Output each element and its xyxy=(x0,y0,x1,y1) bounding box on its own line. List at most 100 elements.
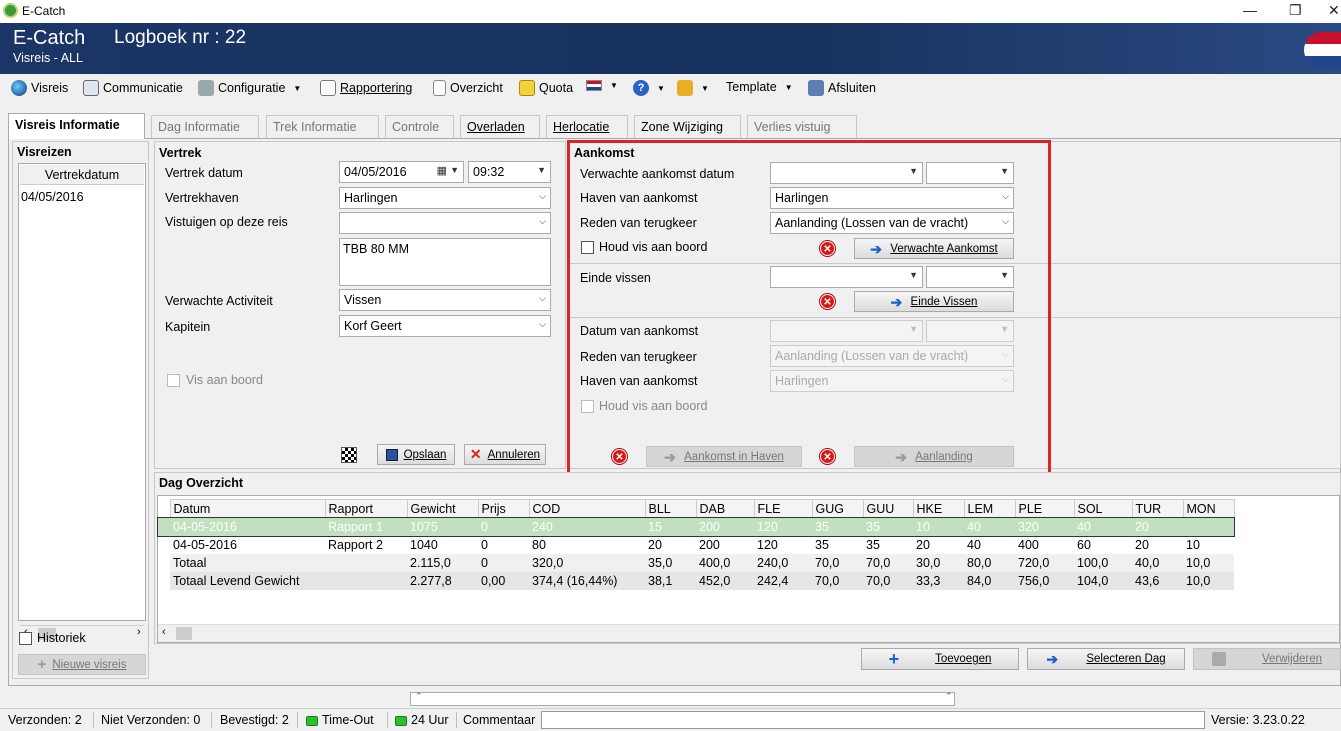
kapitein-select[interactable]: Korf Geert ⌵ xyxy=(339,315,551,337)
table-row[interactable]: 04-05-2016 Rapport 2 1040 0 80 20 200 12… xyxy=(158,536,1234,554)
aanlanding-button[interactable]: ➔ Aanlanding xyxy=(854,446,1014,467)
column-header[interactable]: LEM xyxy=(963,499,1016,518)
haven2-select[interactable]: Harlingen ⌵ xyxy=(770,370,1014,392)
chevron-down-icon[interactable]: ⌵ xyxy=(539,216,546,227)
dropdown-arrow-icon[interactable]: ▼ xyxy=(1000,166,1009,176)
select-day-button[interactable]: ➔ Selecteren Dag xyxy=(1027,648,1185,670)
verwacht-datum-input[interactable]: ▼ xyxy=(770,162,923,184)
tab-visreis-informatie[interactable]: Visreis Informatie xyxy=(8,113,145,139)
tab-verlies-vistuig[interactable]: Verlies vistuig xyxy=(747,115,857,138)
minimize-button[interactable]: — xyxy=(1243,2,1257,18)
chevron-down-icon[interactable]: ⌵ xyxy=(1002,374,1009,385)
dropdown-arrow-icon[interactable]: ▼ xyxy=(1000,270,1009,280)
menu-help[interactable]: ? ▼ xyxy=(633,80,665,96)
close-button[interactable]: ✕ xyxy=(1328,2,1340,19)
restore-button[interactable]: ❐ xyxy=(1289,2,1302,19)
tab-dag-informatie[interactable]: Dag Informatie xyxy=(151,115,259,138)
tab-zone-wijziging[interactable]: Zone Wijziging xyxy=(634,115,741,138)
table-row-total[interactable]: Totaal 2.115,0 0 320,0 35,0 400,0 240,0 … xyxy=(158,553,1234,572)
menu-rapportering[interactable]: Rapportering xyxy=(320,80,412,96)
vis-aan-boord-checkbox[interactable]: Vis aan boord xyxy=(167,373,263,387)
cancel-button[interactable]: ✕ Annuleren xyxy=(464,444,546,465)
reden-select[interactable]: Aanlanding (Lossen van de vracht) ⌵ xyxy=(770,212,1014,234)
save-button[interactable]: Opslaan xyxy=(377,444,455,465)
column-header[interactable]: SOL xyxy=(1073,499,1133,518)
menu-configuratie[interactable]: Configuratie ▼ xyxy=(198,80,301,96)
menu-visreis[interactable]: Visreis xyxy=(11,80,68,96)
menu-keys[interactable]: ▼ xyxy=(677,80,709,96)
menu-language[interactable]: ▼ xyxy=(586,80,618,91)
panel-splitter[interactable]: ⌃ ⌃ xyxy=(410,691,955,706)
einde-datum-input[interactable]: ▼ xyxy=(770,266,923,288)
calendar-icon[interactable]: ▦ xyxy=(437,164,447,177)
column-header[interactable]: Datum xyxy=(169,499,326,518)
table-row-selected[interactable]: 04-05-2016 Rapport 1 1075 0 240 15 200 1… xyxy=(157,516,1235,537)
chevron-down-icon[interactable]: ⌵ xyxy=(539,191,546,202)
vertrek-tijd-input[interactable]: 09:32 ▼ xyxy=(468,161,551,183)
column-header[interactable]: GUU xyxy=(862,499,914,518)
new-trip-button[interactable]: + Nieuwe visreis xyxy=(18,654,146,675)
vertrekhaven-select[interactable]: Harlingen ⌵ xyxy=(339,187,551,209)
verwachte-aankomst-button[interactable]: ➔ Verwachte Aankomst xyxy=(854,238,1014,259)
scroll-left-icon[interactable]: ‹ xyxy=(162,626,166,638)
dropdown-arrow-icon[interactable]: ▼ xyxy=(450,165,459,175)
column-header[interactable]: Rapport xyxy=(324,499,408,518)
tijd-aankomst-input[interactable]: ▼ xyxy=(926,320,1014,342)
column-header[interactable]: FLE xyxy=(753,499,813,518)
verwacht-tijd-input[interactable]: ▼ xyxy=(926,162,1014,184)
menu-quota[interactable]: Quota xyxy=(519,80,573,96)
tab-herlocatie[interactable]: Herlocatie xyxy=(546,115,628,138)
menu-afsluiten[interactable]: Afsluiten xyxy=(808,80,876,96)
table-scrollbar[interactable]: ‹ xyxy=(158,624,1339,642)
vistuigen-list[interactable]: TBB 80 MM xyxy=(339,238,551,286)
column-header[interactable]: Prijs xyxy=(477,499,530,518)
haven-aankomst-select[interactable]: Harlingen ⌵ xyxy=(770,187,1014,209)
dropdown-arrow-icon[interactable]: ▼ xyxy=(909,324,918,334)
checkbox-box[interactable] xyxy=(581,240,594,254)
add-button[interactable]: + Toevoegen xyxy=(861,648,1019,670)
tab-controle[interactable]: Controle xyxy=(385,115,454,138)
historiek-checkbox[interactable]: Historiek xyxy=(19,631,86,645)
column-header[interactable]: PLE xyxy=(1014,499,1075,518)
column-header[interactable]: BLL xyxy=(644,499,697,518)
dropdown-arrow-icon[interactable]: ▼ xyxy=(909,270,918,280)
tab-trek-informatie[interactable]: Trek Informatie xyxy=(266,115,379,138)
column-header[interactable]: HKE xyxy=(912,499,965,518)
column-header[interactable]: COD xyxy=(528,499,646,518)
aankomst-in-haven-button[interactable]: ➔ Aankomst in Haven xyxy=(646,446,802,467)
dropdown-arrow-icon[interactable]: ▼ xyxy=(537,165,546,175)
houd-vis-checkbox[interactable]: Houd vis aan boord xyxy=(581,240,707,254)
column-header[interactable]: MON xyxy=(1182,499,1235,518)
chevron-down-icon[interactable]: ⌵ xyxy=(1002,216,1009,227)
tab-overladen[interactable]: Overladen xyxy=(460,115,540,138)
expand-left-icon[interactable]: ⌃ xyxy=(415,691,423,702)
table-row-total-live[interactable]: Totaal Levend Gewicht 2.277,8 0,00 374,4… xyxy=(158,571,1234,590)
activiteit-select[interactable]: Vissen ⌵ xyxy=(339,289,551,311)
scroll-thumb[interactable] xyxy=(176,627,192,640)
list-item[interactable]: TBB 80 MM xyxy=(343,242,409,256)
vistuigen-select[interactable]: ⌵ xyxy=(339,212,551,234)
scroll-right-icon[interactable]: › xyxy=(137,626,141,638)
chevron-down-icon[interactable]: ⌵ xyxy=(539,319,546,330)
menu-overzicht[interactable]: Overzicht xyxy=(433,80,503,96)
column-header[interactable]: TUR xyxy=(1131,499,1184,518)
delete-button[interactable]: Verwijderen xyxy=(1193,648,1341,670)
vertrek-datum-input[interactable]: 04/05/2016 ▦ ▼ xyxy=(339,161,464,183)
reden2-select[interactable]: Aanlanding (Lossen van de vracht) ⌵ xyxy=(770,345,1014,367)
column-header[interactable]: GUG xyxy=(811,499,864,518)
column-header[interactable]: DAB xyxy=(695,499,755,518)
expand-right-icon[interactable]: ⌃ xyxy=(945,691,953,702)
column-header-vertrekdatum[interactable]: Vertrekdatum xyxy=(20,165,144,185)
houd-vis2-checkbox[interactable]: Houd vis aan boord xyxy=(581,399,707,413)
visreizen-list[interactable]: Vertrekdatum 04/05/2016 ‹ › xyxy=(18,163,146,642)
chevron-down-icon[interactable]: ⌵ xyxy=(1002,191,1009,202)
column-header[interactable]: Gewicht xyxy=(406,499,479,518)
einde-tijd-input[interactable]: ▼ xyxy=(926,266,1014,288)
einde-vissen-button[interactable]: ➔ Einde Vissen xyxy=(854,291,1014,312)
dropdown-arrow-icon[interactable]: ▼ xyxy=(909,166,918,176)
chevron-down-icon[interactable]: ⌵ xyxy=(1002,349,1009,360)
checkbox-box[interactable] xyxy=(19,631,32,645)
checkbox-box[interactable] xyxy=(167,373,180,387)
menu-template[interactable]: Template ▼ xyxy=(726,80,793,94)
menu-communicatie[interactable]: Communicatie xyxy=(83,80,183,96)
